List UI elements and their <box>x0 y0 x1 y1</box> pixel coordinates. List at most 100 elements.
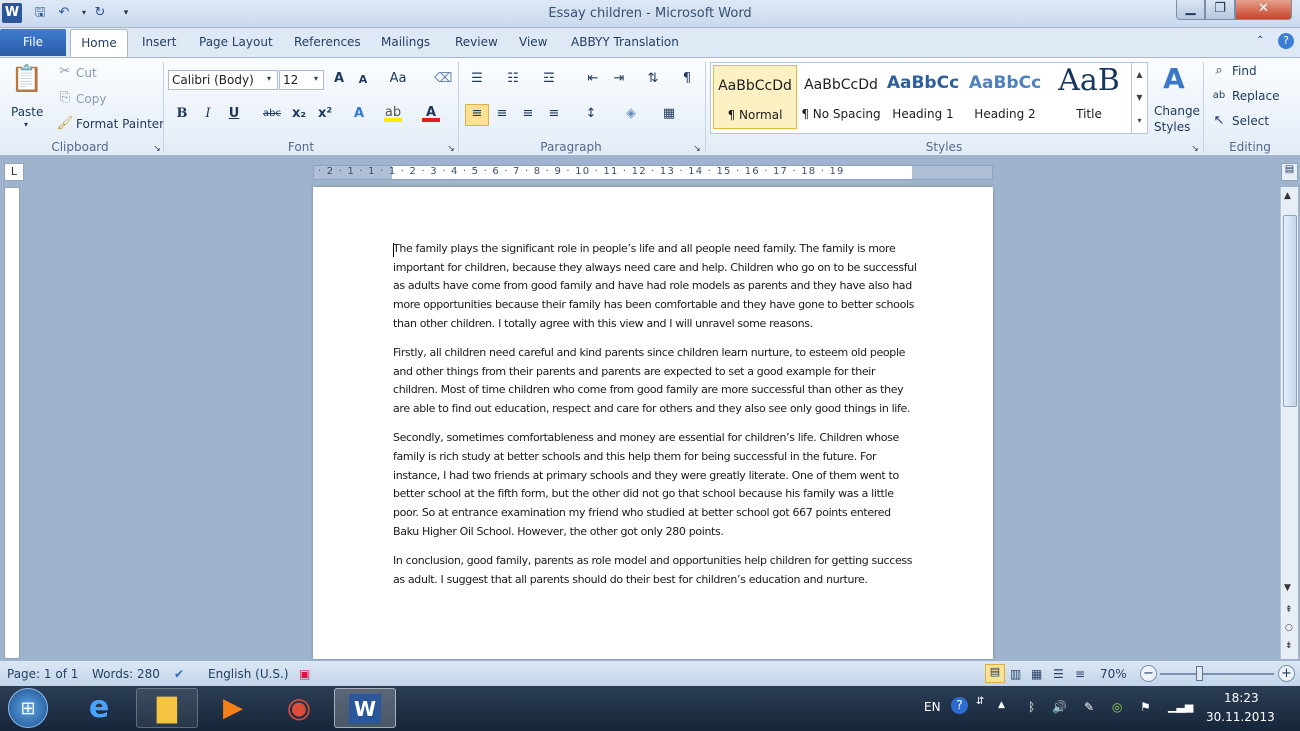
zoom-slider-thumb[interactable] <box>1196 666 1203 681</box>
page-count[interactable]: Page: 1 of 1 <box>7 667 78 681</box>
draft-view-icon[interactable]: ≡ <box>1075 667 1085 681</box>
zoom-slider-track[interactable] <box>1160 673 1274 675</box>
show-hidden-icons-icon[interactable]: ▲ <box>998 700 1005 710</box>
tray-antivirus-icon[interactable]: ◎ <box>1112 700 1122 714</box>
font-size-dropdown-icon[interactable]: ▾ <box>314 74 318 83</box>
subscript-button[interactable]: x₂ <box>290 105 308 123</box>
tab-home[interactable]: Home <box>70 29 128 58</box>
change-styles-icon[interactable]: A <box>1158 62 1190 96</box>
macro-record-icon[interactable]: ▣ <box>299 667 310 681</box>
superscript-button[interactable]: x² <box>316 105 334 123</box>
minimize-ribbon-icon[interactable]: ⌃ <box>1256 35 1264 46</box>
volume-icon[interactable]: 🔊 <box>1052 700 1067 714</box>
language-indicator[interactable]: English (U.S.) <box>208 667 289 681</box>
outline-view-icon[interactable]: ☰ <box>1053 667 1064 681</box>
text-effects-icon[interactable]: A <box>350 105 368 123</box>
format-painter-button[interactable]: Format Painter <box>76 117 164 131</box>
align-center-button[interactable]: ≡ <box>493 105 511 123</box>
replace-button[interactable]: Replace <box>1232 89 1279 103</box>
print-layout-view-icon[interactable]: ▤ <box>985 664 1005 683</box>
gallery-scroll[interactable]: ▲ ▼ ▾ <box>1131 63 1147 133</box>
align-right-button[interactable]: ≡ <box>519 105 537 123</box>
close-button[interactable]: ✕ <box>1235 0 1292 20</box>
start-button[interactable]: ⊞ <box>8 688 48 728</box>
scrollbar-thumb[interactable] <box>1283 215 1297 407</box>
style-title[interactable]: AaB Title <box>1047 63 1131 127</box>
paragraph[interactable]: Firstly, all children need careful and k… <box>393 344 919 419</box>
cut-button[interactable]: Cut <box>76 66 97 80</box>
media-player-icon[interactable]: ▶ <box>202 688 264 728</box>
tab-insert[interactable]: Insert <box>142 35 176 49</box>
zoom-level[interactable]: 70% <box>1100 667 1127 681</box>
change-case-icon[interactable]: Aa <box>386 70 410 88</box>
strikethrough-button[interactable]: abc <box>260 105 284 123</box>
paragraph[interactable]: The family plays the significant role in… <box>393 240 919 334</box>
input-language[interactable]: EN <box>924 700 941 714</box>
tab-file[interactable]: File <box>0 29 66 56</box>
line-spacing-icon[interactable]: ↕ <box>582 105 600 123</box>
font-color-icon[interactable]: A <box>422 104 440 122</box>
clear-formatting-icon[interactable]: ⌫ <box>434 70 452 88</box>
next-page-icon[interactable]: ⇟ <box>1285 641 1293 651</box>
browse-object-icon[interactable]: ○ <box>1285 623 1293 633</box>
paragraph-launcher-icon[interactable]: ↘ <box>688 140 706 158</box>
document-page[interactable]: The family plays the significant role in… <box>313 187 993 659</box>
minimize-button[interactable]: ▁ <box>1176 0 1205 20</box>
chrome-icon[interactable]: ◉ <box>268 688 330 728</box>
view-ruler-icon[interactable]: ▤ <box>1281 163 1298 181</box>
horizontal-ruler[interactable]: · 2 · 1 · 1 · 1 · 2 · 3 · 4 · 5 · 6 · 7 … <box>313 165 993 180</box>
style-heading-2[interactable]: AaBbCc Heading 2 <box>963 65 1047 127</box>
tab-review[interactable]: Review <box>455 35 498 49</box>
tray-app-icon[interactable]: ✎ <box>1084 700 1094 714</box>
styles-launcher-icon[interactable]: ↘ <box>1186 140 1204 158</box>
copy-button[interactable]: Copy <box>76 92 106 106</box>
scroll-up-icon[interactable]: ▲ <box>1284 191 1291 201</box>
shading-icon[interactable]: ◈ <box>622 105 640 123</box>
tab-abbyy-translation[interactable]: ABBYY Translation <box>571 35 679 49</box>
style-no-spacing[interactable]: AaBbCcDd ¶ No Spacing <box>799 65 883 127</box>
align-left-button[interactable]: ≡ <box>465 104 489 126</box>
increase-indent-icon[interactable]: ⇥ <box>610 70 628 88</box>
zoom-in-button[interactable]: + <box>1278 665 1295 682</box>
language-bar-help-icon[interactable]: ? <box>951 697 968 714</box>
sort-icon[interactable]: ⇅ <box>644 70 662 88</box>
show-formatting-marks-icon[interactable]: ¶ <box>678 70 696 88</box>
help-icon[interactable]: ? <box>1278 33 1294 49</box>
numbering-icon[interactable]: ☷ <box>504 70 522 88</box>
file-explorer-icon[interactable]: ▇ <box>136 688 198 728</box>
network-signal-icon[interactable]: ▁▃▅ <box>1168 700 1193 713</box>
previous-page-icon[interactable]: ⇞ <box>1285 605 1293 615</box>
change-styles-button-line2[interactable]: Styles <box>1154 120 1190 134</box>
internet-explorer-icon[interactable]: e <box>68 688 130 728</box>
full-screen-reading-icon[interactable]: ▥ <box>1010 667 1021 681</box>
action-center-icon[interactable]: ⚑ <box>1140 700 1151 714</box>
font-name-combo[interactable]: Calibri (Body) <box>168 70 278 90</box>
justify-button[interactable]: ≡ <box>545 105 563 123</box>
vertical-scrollbar[interactable]: ▲ ▼ ⇞ ○ ⇟ <box>1280 187 1298 659</box>
paste-icon[interactable]: 📋 <box>8 64 46 98</box>
borders-icon[interactable]: ▦ <box>660 105 678 123</box>
tab-page-layout[interactable]: Page Layout <box>199 35 273 49</box>
clock-date[interactable]: 30.11.2013 <box>1206 710 1275 724</box>
tab-view[interactable]: View <box>519 35 547 49</box>
clock-time[interactable]: 18:23 <box>1224 691 1259 705</box>
document-body[interactable]: The family plays the significant role in… <box>393 240 919 600</box>
zoom-out-button[interactable]: − <box>1140 665 1157 682</box>
bluetooth-icon[interactable]: ᛒ <box>1028 700 1035 714</box>
bold-button[interactable]: B <box>173 105 191 123</box>
proofing-icon[interactable]: ✔ <box>174 667 184 681</box>
paragraph[interactable]: In conclusion, good family, parents as r… <box>393 552 919 589</box>
multilevel-list-icon[interactable]: ☲ <box>540 70 558 88</box>
bullets-icon[interactable]: ☰ <box>468 70 486 88</box>
vertical-ruler[interactable] <box>4 187 20 659</box>
scroll-down-icon[interactable]: ▼ <box>1284 583 1291 593</box>
find-button[interactable]: Find <box>1232 64 1257 78</box>
italic-button[interactable]: I <box>199 105 217 123</box>
word-count[interactable]: Words: 280 <box>92 667 160 681</box>
decrease-indent-icon[interactable]: ⇤ <box>584 70 602 88</box>
tab-references[interactable]: References <box>294 35 361 49</box>
word-taskbar-button[interactable]: W <box>334 688 396 728</box>
paste-button[interactable]: Paste <box>11 105 43 119</box>
tab-selector-icon[interactable]: L <box>4 163 24 181</box>
highlight-color-icon[interactable]: ab <box>384 104 402 122</box>
